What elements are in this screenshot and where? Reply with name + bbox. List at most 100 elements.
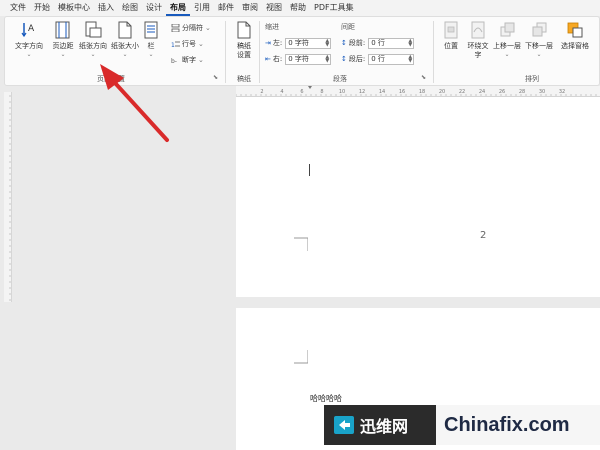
manuscript-group-label: 稿纸 bbox=[237, 75, 251, 83]
bring-forward-button[interactable]: 上移一层 ⌄ bbox=[491, 20, 523, 70]
chevron-down-icon: ⌄ bbox=[26, 51, 32, 58]
manuscript-settings-button[interactable]: 稿纸 设置 bbox=[229, 20, 259, 70]
menu-tab-4[interactable]: 绘图 bbox=[118, 0, 142, 16]
menu-tab-3[interactable]: 插入 bbox=[94, 0, 118, 16]
ruler-label: 22 bbox=[459, 89, 465, 95]
margins-icon bbox=[55, 21, 70, 39]
menu-tab-1[interactable]: 开始 bbox=[30, 0, 54, 16]
spinner-icon[interactable]: ▲ ▼ bbox=[325, 54, 329, 63]
send-backward-button[interactable]: 下移一层 ⌄ bbox=[523, 20, 555, 70]
vertical-ruler[interactable] bbox=[4, 92, 12, 302]
menu-tab-11[interactable]: 帮助 bbox=[286, 0, 310, 16]
columns-label: 栏 bbox=[147, 42, 155, 50]
spacing-before-label: 段前: bbox=[348, 39, 366, 47]
menu-tab-0[interactable]: 文件 bbox=[6, 0, 30, 16]
menu-tab-10[interactable]: 视图 bbox=[262, 0, 286, 16]
menu-tab-2[interactable]: 模板中心 bbox=[54, 0, 94, 16]
spinner-icon[interactable]: ▲ ▼ bbox=[325, 38, 329, 47]
spacing-after-row: ↕ 段后: 0 行 ▲ ▼ bbox=[341, 53, 415, 65]
page-setup-group-label: 页面设置 bbox=[97, 75, 125, 83]
vertical-ruler-scale bbox=[9, 95, 11, 301]
spacing-before-input[interactable]: 0 行 ▲ ▼ bbox=[368, 37, 415, 49]
ruler-label: 14 bbox=[379, 89, 385, 95]
orientation-label: 纸张方向 bbox=[79, 42, 107, 50]
divider bbox=[259, 21, 260, 83]
paragraph-group-label: 段落 bbox=[333, 75, 347, 83]
breaks-button[interactable]: 分隔符 ⌄ bbox=[171, 23, 211, 33]
watermark-cn-text: 迅维网 bbox=[360, 417, 409, 436]
spacing-after-value: 0 行 bbox=[371, 54, 385, 63]
wrap-text-label-2: 字 bbox=[474, 51, 482, 59]
hyphenation-icon: b- bbox=[171, 58, 177, 64]
wrap-text-button[interactable]: 环绕文 字 bbox=[463, 20, 493, 70]
selection-pane-button[interactable]: 选择窗格 bbox=[557, 20, 593, 70]
horizontal-ruler[interactable]: 2 4 6 8 10 12 14 16 18 20 22 24 26 28 30 32 bbox=[236, 86, 600, 97]
menu-tab-6[interactable]: 布局 bbox=[166, 0, 190, 16]
bring-forward-label: 上移一层 bbox=[493, 42, 521, 50]
indent-header: 缩进 bbox=[265, 23, 279, 31]
chinafix-logo-icon bbox=[334, 416, 354, 434]
breaks-label: 分隔符 bbox=[182, 24, 203, 32]
ribbon: A 文字方向 ⌄ 页边距 ⌄ 纸张方向 ⌄ 纸张大小 ⌄ 栏 ⌄ 分隔符 ⌄ 1… bbox=[4, 16, 600, 86]
position-icon bbox=[444, 21, 458, 39]
ruler-label: 26 bbox=[499, 89, 505, 95]
divider bbox=[225, 21, 226, 83]
menu-tab-12[interactable]: PDF工具集 bbox=[310, 0, 358, 16]
orientation-icon bbox=[85, 21, 102, 38]
spacing-after-icon: ↕ bbox=[341, 55, 347, 63]
spacing-after-label: 段后: bbox=[348, 55, 366, 63]
columns-button[interactable]: 栏 ⌄ bbox=[139, 20, 163, 70]
text-direction-button[interactable]: A 文字方向 ⌄ bbox=[11, 20, 47, 70]
manuscript-label-2: 设置 bbox=[237, 51, 251, 59]
watermark: 迅维网 Chinafix.com bbox=[324, 405, 600, 445]
menu-tab-8[interactable]: 邮件 bbox=[214, 0, 238, 16]
spacing-after-input[interactable]: 0 行 ▲ ▼ bbox=[368, 53, 415, 65]
margin-corner-mark bbox=[294, 350, 308, 364]
ruler-scale: 2 4 6 8 10 12 14 16 18 20 22 24 26 28 30 32 bbox=[236, 86, 597, 96]
svg-text:1: 1 bbox=[171, 42, 175, 48]
ruler-label: 18 bbox=[419, 89, 425, 95]
indent-right-input[interactable]: 0 字符 ▲ ▼ bbox=[285, 53, 332, 65]
send-backward-icon bbox=[532, 22, 547, 37]
indent-right-label: 右: bbox=[272, 55, 283, 63]
spinner-icon[interactable]: ▲ ▼ bbox=[408, 54, 412, 63]
indent-left-input[interactable]: 0 字符 ▲ ▼ bbox=[285, 37, 332, 49]
send-backward-label: 下移一层 bbox=[525, 42, 553, 50]
ruler-label: 8 bbox=[320, 89, 323, 95]
spinner-icon[interactable]: ▲ ▼ bbox=[408, 38, 412, 47]
position-button[interactable]: 位置 bbox=[437, 20, 465, 70]
line-numbers-label: 行号 bbox=[182, 40, 196, 48]
line-numbers-button[interactable]: 1 行号 ⌄ bbox=[171, 39, 204, 49]
svg-text:A: A bbox=[28, 24, 35, 34]
ruler-label: 4 bbox=[280, 89, 283, 95]
menu-tab-7[interactable]: 引用 bbox=[190, 0, 214, 16]
text-cursor bbox=[309, 164, 310, 176]
chevron-down-icon: ⌄ bbox=[90, 51, 96, 58]
indent-left-label: 左: bbox=[272, 39, 283, 47]
document-page[interactable]: 2 bbox=[236, 97, 600, 297]
hyphenation-button[interactable]: b- 断字 ⌄ bbox=[171, 55, 204, 65]
ruler-label: 16 bbox=[399, 89, 405, 95]
spacing-before-icon: ↕ bbox=[341, 39, 347, 47]
watermark-en-block: Chinafix.com bbox=[436, 405, 600, 445]
manuscript-icon bbox=[237, 21, 251, 39]
menu-tab-9[interactable]: 审阅 bbox=[238, 0, 262, 16]
indent-marker-icon[interactable] bbox=[308, 86, 312, 89]
watermark-cn-block: 迅维网 bbox=[324, 405, 436, 445]
ruler-label: 32 bbox=[559, 89, 565, 95]
size-button[interactable]: 纸张大小 ⌄ bbox=[107, 20, 143, 70]
page-setup-launcher-icon[interactable]: ⬊ bbox=[213, 74, 218, 81]
ruler-label: 12 bbox=[359, 89, 365, 95]
orientation-button[interactable]: 纸张方向 ⌄ bbox=[75, 20, 111, 70]
position-label: 位置 bbox=[444, 42, 458, 50]
spacing-header: 间距 bbox=[341, 23, 355, 31]
ruler-label: 30 bbox=[539, 89, 545, 95]
page-number: 2 bbox=[480, 230, 487, 241]
ruler-label: 28 bbox=[519, 89, 525, 95]
ruler-label: 6 bbox=[300, 89, 303, 95]
paragraph-launcher-icon[interactable]: ⬊ bbox=[421, 74, 426, 81]
indent-right-value: 0 字符 bbox=[288, 54, 309, 63]
ruler-label: 20 bbox=[439, 89, 445, 95]
size-label: 纸张大小 bbox=[111, 42, 139, 50]
menu-tab-5[interactable]: 设计 bbox=[142, 0, 166, 16]
